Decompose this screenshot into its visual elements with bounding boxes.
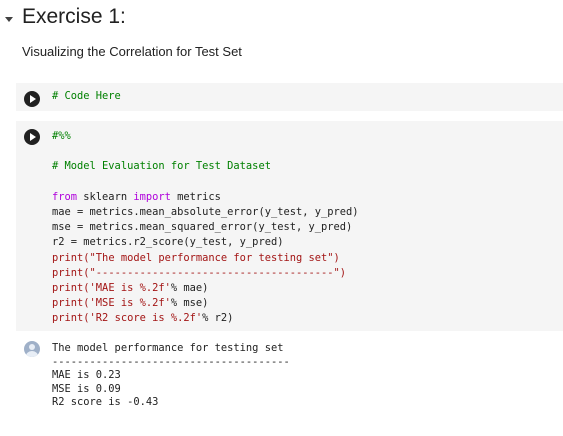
cell-output: The model performance for testing set --…: [52, 342, 290, 410]
code-text: % mae): [170, 282, 209, 295]
code-string: 'MSE is %.2f': [89, 297, 171, 310]
code-editor-2[interactable]: #%% # Model Evaluation for Test Dataset …: [52, 129, 359, 327]
code-comment: # Code Here: [52, 90, 121, 102]
output-line: MAE is 0.23: [52, 369, 121, 382]
code-function: print(: [52, 266, 90, 279]
output-line: R2 score is -0.43: [52, 396, 159, 409]
code-line: #%%: [52, 130, 71, 142]
markdown-text-cell: Visualizing the Correlation for Test Set: [22, 44, 242, 59]
code-line: r2 = metrics.r2_score(y_test, y_pred): [52, 236, 284, 249]
code-function: print(: [52, 282, 90, 295]
code-function: print(: [52, 312, 90, 325]
code-text: metrics: [170, 190, 221, 203]
output-line: --------------------------------------: [52, 355, 290, 368]
code-keyword: from: [52, 190, 78, 203]
code-string: "The model performance for testing set": [89, 251, 334, 264]
run-cell-button[interactable]: [24, 129, 40, 145]
run-cell-button[interactable]: [24, 91, 40, 107]
output-line: The model performance for testing set: [52, 342, 284, 354]
chevron-down-icon[interactable]: [5, 17, 13, 22]
code-keyword: import: [133, 190, 171, 203]
code-line: mae = metrics.mean_absolute_error(y_test…: [52, 206, 359, 219]
code-text: sklearn: [77, 190, 134, 203]
code-function: print(: [52, 297, 90, 310]
code-text: % r2): [202, 312, 234, 325]
code-line: mse = metrics.mean_squared_error(y_test,…: [52, 221, 353, 234]
code-editor-1[interactable]: # Code Here: [52, 89, 121, 104]
code-text: ): [339, 266, 347, 279]
code-string: 'MAE is %.2f': [89, 282, 171, 295]
code-text: ): [333, 251, 340, 264]
code-text: % mse): [170, 297, 209, 310]
avatar-icon: [24, 341, 40, 357]
code-function: print(: [52, 251, 90, 264]
output-line: MSE is 0.09: [52, 382, 121, 395]
code-cell-2[interactable]: #%% # Model Evaluation for Test Dataset …: [16, 121, 563, 331]
section-title: Exercise 1:: [22, 5, 126, 28]
code-cell-1[interactable]: # Code Here: [16, 83, 563, 111]
code-string: 'R2 score is %.2f': [89, 312, 203, 325]
code-line: # Model Evaluation for Test Dataset: [52, 160, 271, 173]
section-header: Exercise 1:: [0, 4, 563, 32]
code-string: "--------------------------------------": [89, 266, 340, 279]
